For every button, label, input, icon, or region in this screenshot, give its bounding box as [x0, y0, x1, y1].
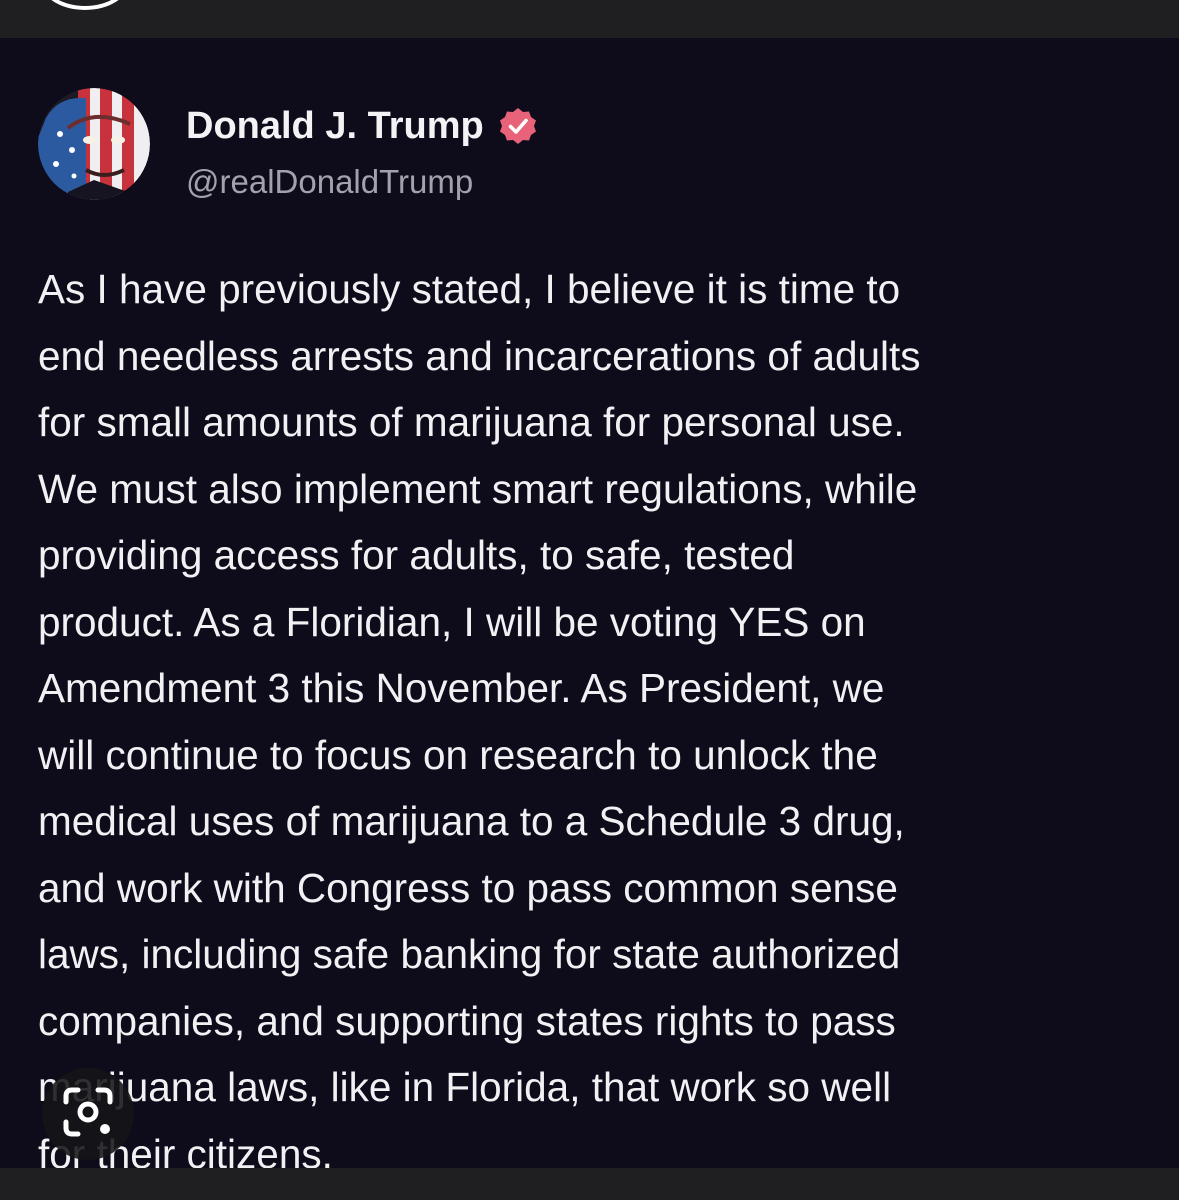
top-partial-button[interactable]: [40, 0, 130, 10]
post-text-line: medical uses of marijuana to a Schedule …: [38, 798, 905, 844]
author-handle[interactable]: @realDonaldTrump: [186, 162, 473, 202]
post-text-line: will continue to focus on research to un…: [38, 731, 878, 778]
avatar-image: [38, 88, 150, 200]
post-text-line: for small amounts of marijuana for perso…: [38, 399, 905, 445]
post-text-line: We must also implement smart regulations…: [38, 465, 918, 512]
verified-badge-icon: [498, 106, 538, 146]
post-text-line: product. As a Floridian, I will be votin…: [38, 598, 866, 645]
author-name-text[interactable]: Donald J. Trump: [186, 104, 484, 148]
bottom-strip: [0, 1168, 1179, 1200]
author-name[interactable]: Donald J. Trump: [186, 104, 538, 148]
post-text-line: providing access for adults, to safe, te…: [38, 532, 795, 578]
visual-search-lens-icon: [60, 1084, 116, 1145]
top-strip: [0, 0, 1179, 38]
post-text-line: Amendment 3 this November. As President,…: [38, 665, 885, 711]
post-text-line: laws, including safe banking for state a…: [38, 931, 901, 977]
visual-search-button[interactable]: [42, 1068, 134, 1160]
post-text-line: and work with Congress to pass common se…: [38, 864, 898, 911]
post-text-line: end needless arrests and incarcerations …: [38, 332, 921, 379]
post-text-line: marijuana laws, like in Florida, that wo…: [38, 1064, 892, 1110]
post-card: Donald J. Trump @realDonaldTrump As I ha…: [0, 38, 1179, 1177]
post-text-line: As I have previously stated, I believe i…: [38, 266, 901, 312]
post-text: As I have previously stated, I believe i…: [38, 256, 1173, 1187]
screenshot-page: Donald J. Trump @realDonaldTrump As I ha…: [0, 0, 1179, 1200]
post-text-line: companies, and supporting states rights …: [38, 997, 896, 1044]
author-avatar[interactable]: [38, 88, 150, 200]
